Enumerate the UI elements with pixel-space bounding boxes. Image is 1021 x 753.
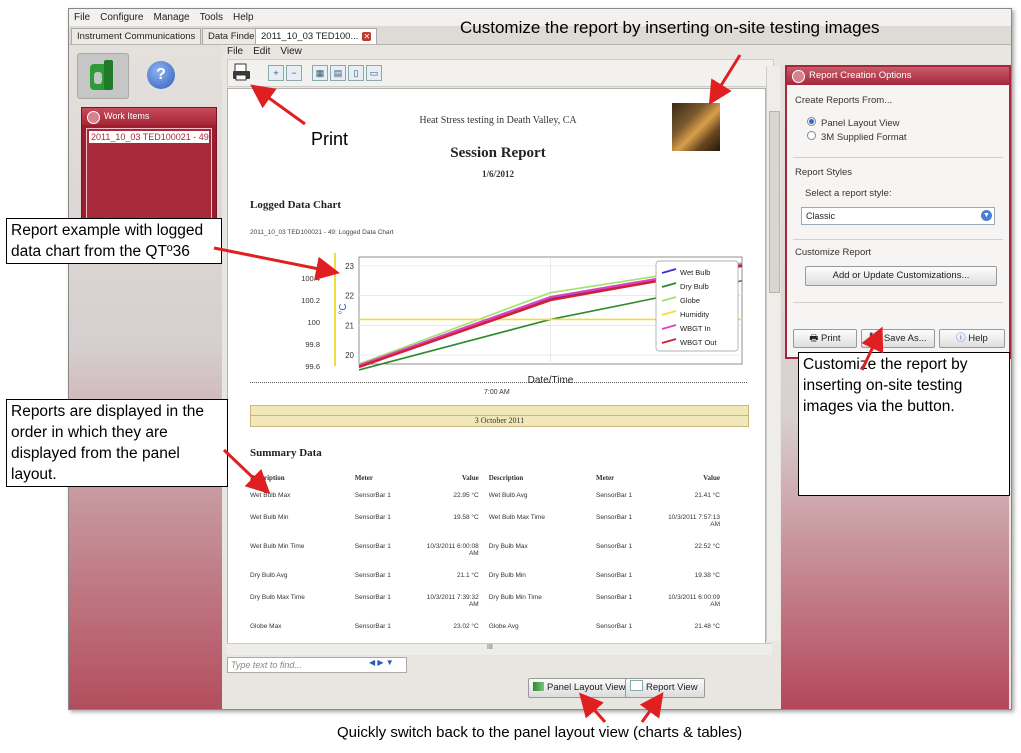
arrow-to-image [708, 54, 742, 106]
arrow-to-customize [860, 326, 884, 371]
arrow-to-summary [222, 448, 271, 495]
arrow-to-chart [213, 246, 340, 281]
arrow-to-print [250, 84, 306, 126]
arrow-to-report-view [639, 692, 664, 723]
arrow-to-panel-view [579, 692, 607, 723]
annotation-arrows [213, 54, 884, 723]
